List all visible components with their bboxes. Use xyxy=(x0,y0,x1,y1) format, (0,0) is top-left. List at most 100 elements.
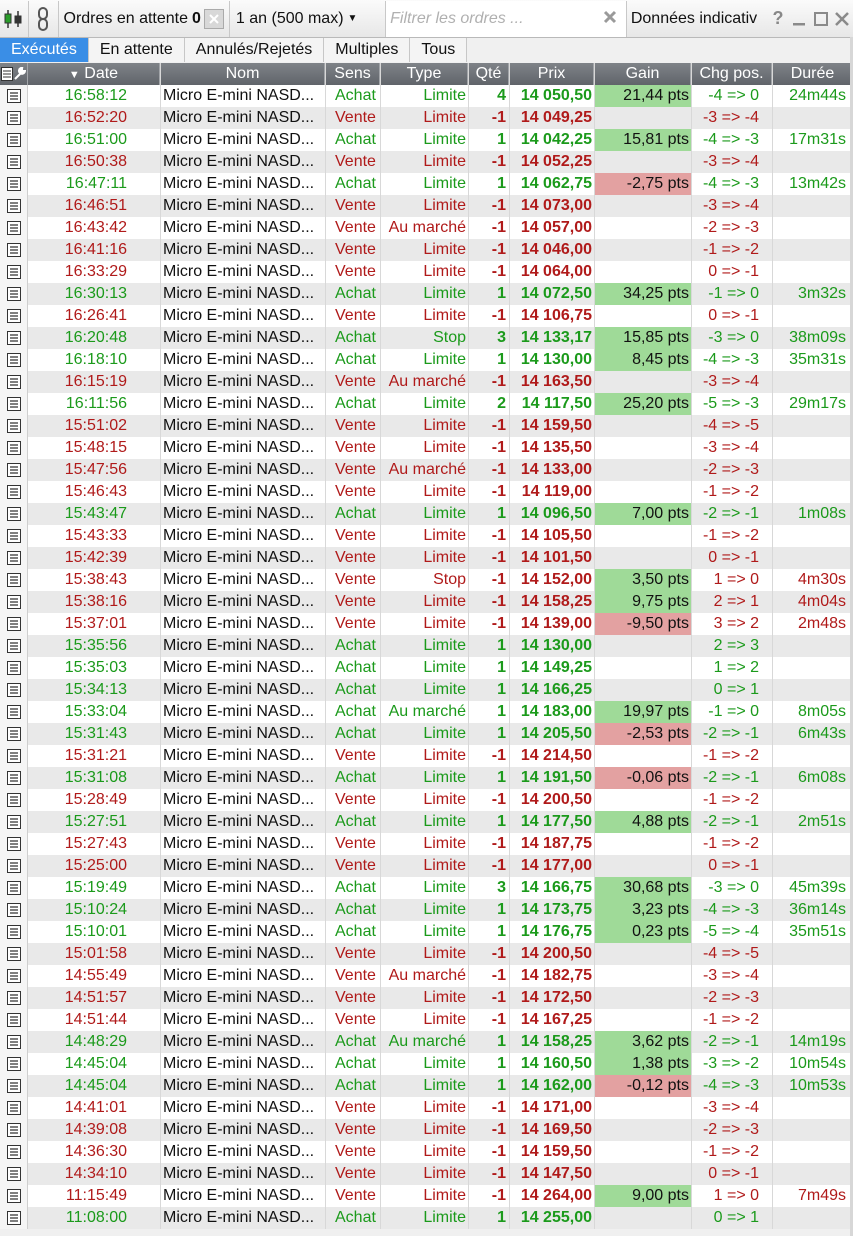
table-row[interactable]: 11:15:49 Micro E-mini NASD... Vente Limite -… xyxy=(0,1185,853,1207)
table-row[interactable]: 16:33:29 Micro E-mini NASD... Vente Limite -… xyxy=(0,261,853,283)
tab-en-attente[interactable]: En attente xyxy=(88,38,185,62)
order-details-icon[interactable] xyxy=(0,239,28,261)
order-details-icon[interactable] xyxy=(0,965,28,987)
order-details-icon[interactable] xyxy=(0,1053,28,1075)
order-details-icon[interactable] xyxy=(0,987,28,1009)
order-details-icon[interactable] xyxy=(0,525,28,547)
table-row[interactable]: 14:41:01 Micro E-mini NASD... Vente Limite -… xyxy=(0,1097,853,1119)
order-details-icon[interactable] xyxy=(0,415,28,437)
tab-multiples[interactable]: Multiples xyxy=(324,38,411,62)
table-row[interactable]: 14:55:49 Micro E-mini NASD... Vente Au marc… xyxy=(0,965,853,987)
order-details-icon[interactable] xyxy=(0,1097,28,1119)
candlestick-icon[interactable] xyxy=(0,0,30,37)
order-details-icon[interactable] xyxy=(0,547,28,569)
table-row[interactable]: 15:27:43 Micro E-mini NASD... Vente Limite -… xyxy=(0,833,853,855)
table-row[interactable]: 16:51:00 Micro E-mini NASD... Achat Limite 1… xyxy=(0,129,853,151)
table-row[interactable]: 11:08:00 Micro E-mini NASD... Achat Limite 1… xyxy=(0,1207,853,1229)
column-prix[interactable]: Prix xyxy=(509,63,594,85)
maximize-icon[interactable] xyxy=(810,1,831,37)
order-details-icon[interactable] xyxy=(0,217,28,239)
table-row[interactable]: 14:48:29 Micro E-mini NASD... Achat Au marc… xyxy=(0,1031,853,1053)
link-icon[interactable] xyxy=(29,0,59,37)
table-row[interactable]: 16:52:20 Micro E-mini NASD... Vente Limite -… xyxy=(0,107,853,129)
table-row[interactable]: 15:37:01 Micro E-mini NASD... Vente Limite -… xyxy=(0,613,853,635)
order-details-icon[interactable] xyxy=(0,657,28,679)
table-row[interactable]: 16:18:10 Micro E-mini NASD... Achat Limite 1… xyxy=(0,349,853,371)
order-details-icon[interactable] xyxy=(0,459,28,481)
order-details-icon[interactable] xyxy=(0,481,28,503)
order-details-icon[interactable] xyxy=(0,349,28,371)
tab-annules-rejetes[interactable]: Annulés/Rejetés xyxy=(184,38,325,62)
order-details-icon[interactable] xyxy=(0,613,28,635)
order-details-icon[interactable] xyxy=(0,305,28,327)
table-row[interactable]: 15:01:58 Micro E-mini NASD... Vente Limite -… xyxy=(0,943,853,965)
table-row[interactable]: 14:51:44 Micro E-mini NASD... Vente Limite -… xyxy=(0,1009,853,1031)
order-details-icon[interactable] xyxy=(0,129,28,151)
table-row[interactable]: 15:10:24 Micro E-mini NASD... Achat Limite 1… xyxy=(0,899,853,921)
table-row[interactable]: 15:31:21 Micro E-mini NASD... Vente Limite -… xyxy=(0,745,853,767)
clear-orders-icon[interactable] xyxy=(203,8,224,29)
table-row[interactable]: 14:36:30 Micro E-mini NASD... Vente Limite -… xyxy=(0,1141,853,1163)
order-details-icon[interactable] xyxy=(0,261,28,283)
order-details-icon[interactable] xyxy=(0,151,28,173)
order-details-icon[interactable] xyxy=(0,811,28,833)
column-qte[interactable]: Qté xyxy=(468,63,509,85)
table-row[interactable]: 16:11:56 Micro E-mini NASD... Achat Limite 2… xyxy=(0,393,853,415)
order-details-icon[interactable] xyxy=(0,745,28,767)
table-row[interactable]: 14:51:57 Micro E-mini NASD... Vente Limite -… xyxy=(0,987,853,1009)
column-type[interactable]: Type xyxy=(380,63,468,85)
order-details-icon[interactable] xyxy=(0,503,28,525)
table-row[interactable]: 14:45:04 Micro E-mini NASD... Achat Limite 1… xyxy=(0,1075,853,1097)
table-row[interactable]: 16:46:51 Micro E-mini NASD... Vente Limite -… xyxy=(0,195,853,217)
table-row[interactable]: 15:28:49 Micro E-mini NASD... Vente Limite -… xyxy=(0,789,853,811)
order-details-icon[interactable] xyxy=(0,1141,28,1163)
order-details-icon[interactable] xyxy=(0,943,28,965)
order-details-icon[interactable] xyxy=(0,701,28,723)
table-row[interactable]: 15:38:43 Micro E-mini NASD... Vente Stop -1 1… xyxy=(0,569,853,591)
table-row[interactable]: 15:25:00 Micro E-mini NASD... Vente Limite -… xyxy=(0,855,853,877)
order-details-icon[interactable] xyxy=(0,679,28,701)
table-row[interactable]: 14:45:04 Micro E-mini NASD... Achat Limite 1… xyxy=(0,1053,853,1075)
table-row[interactable]: 16:20:48 Micro E-mini NASD... Achat Stop 3 14… xyxy=(0,327,853,349)
table-row[interactable]: 15:10:01 Micro E-mini NASD... Achat Limite 1… xyxy=(0,921,853,943)
order-details-icon[interactable] xyxy=(0,195,28,217)
table-row[interactable]: 15:35:03 Micro E-mini NASD... Achat Limite 1… xyxy=(0,657,853,679)
order-details-icon[interactable] xyxy=(0,107,28,129)
order-details-icon[interactable] xyxy=(0,1075,28,1097)
table-row[interactable]: 15:31:43 Micro E-mini NASD... Achat Limite 1… xyxy=(0,723,853,745)
order-details-icon[interactable] xyxy=(0,327,28,349)
order-details-icon[interactable] xyxy=(0,635,28,657)
table-row[interactable]: 15:38:16 Micro E-mini NASD... Vente Limite -… xyxy=(0,591,853,613)
order-details-icon[interactable] xyxy=(0,921,28,943)
table-row[interactable]: 15:46:43 Micro E-mini NASD... Vente Limite -… xyxy=(0,481,853,503)
order-details-icon[interactable] xyxy=(0,877,28,899)
table-row[interactable]: 15:35:56 Micro E-mini NASD... Achat Limite 1… xyxy=(0,635,853,657)
table-row[interactable]: 15:48:15 Micro E-mini NASD... Vente Limite -… xyxy=(0,437,853,459)
order-details-icon[interactable] xyxy=(0,1119,28,1141)
table-row[interactable]: 16:41:16 Micro E-mini NASD... Vente Limite -… xyxy=(0,239,853,261)
tab-executes[interactable]: Exécutés xyxy=(0,38,89,62)
order-details-icon[interactable] xyxy=(0,85,28,107)
table-row[interactable]: 15:47:56 Micro E-mini NASD... Vente Au marc… xyxy=(0,459,853,481)
order-details-icon[interactable] xyxy=(0,283,28,305)
table-row[interactable]: 16:58:12 Micro E-mini NASD... Achat Limite 4… xyxy=(0,85,853,107)
column-duree[interactable]: Durée xyxy=(772,63,853,85)
table-row[interactable]: 15:43:33 Micro E-mini NASD... Vente Limite -… xyxy=(0,525,853,547)
table-row[interactable]: 16:50:38 Micro E-mini NASD... Vente Limite -… xyxy=(0,151,853,173)
table-row[interactable]: 15:42:39 Micro E-mini NASD... Vente Limite -… xyxy=(0,547,853,569)
table-row[interactable]: 15:31:08 Micro E-mini NASD... Achat Limite 1… xyxy=(0,767,853,789)
order-details-icon[interactable] xyxy=(0,855,28,877)
period-select[interactable]: 1 an (500 max) ▼ xyxy=(230,0,387,37)
help-icon[interactable]: ? xyxy=(767,1,788,37)
minimize-icon[interactable] xyxy=(789,1,810,37)
order-details-icon[interactable] xyxy=(0,393,28,415)
order-details-icon[interactable] xyxy=(0,371,28,393)
table-row[interactable]: 14:39:08 Micro E-mini NASD... Vente Limite -… xyxy=(0,1119,853,1141)
column-date[interactable]: ▼ Date xyxy=(28,63,160,85)
order-details-icon[interactable] xyxy=(0,1207,28,1229)
order-details-icon[interactable] xyxy=(0,767,28,789)
order-details-icon[interactable] xyxy=(0,833,28,855)
close-icon[interactable] xyxy=(832,1,853,37)
order-details-icon[interactable] xyxy=(0,569,28,591)
table-row[interactable]: 15:51:02 Micro E-mini NASD... Vente Limite -… xyxy=(0,415,853,437)
